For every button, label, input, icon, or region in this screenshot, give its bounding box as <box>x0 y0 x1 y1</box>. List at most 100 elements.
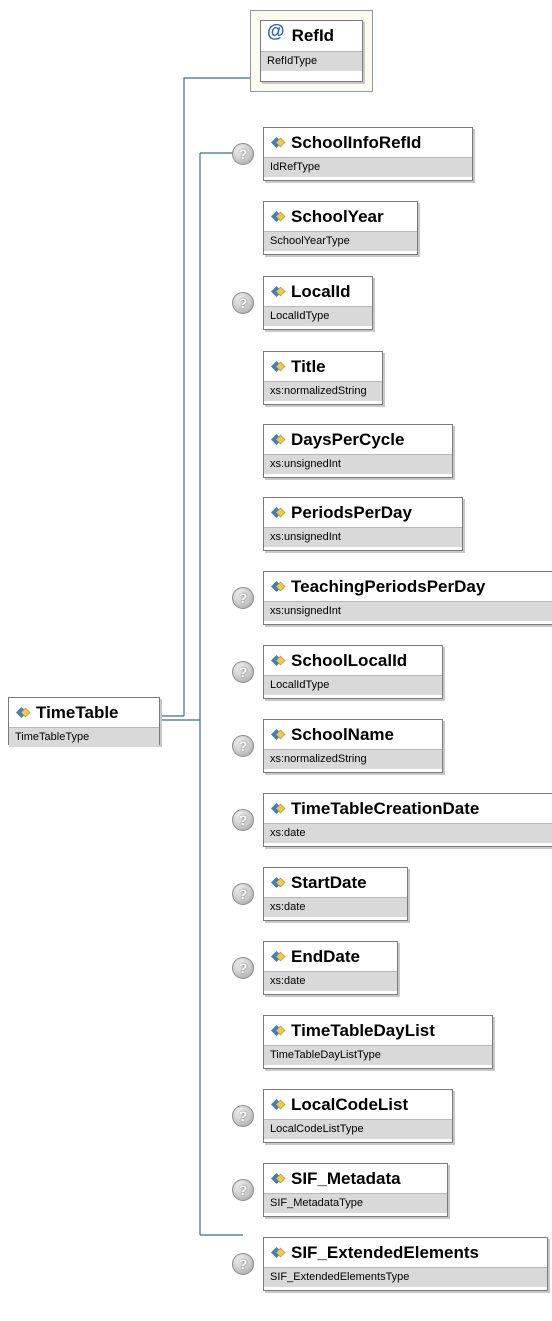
element-diamond-icon <box>271 507 286 518</box>
optional-question-icon: ? <box>232 809 254 831</box>
element-box-dayspercycle[interactable]: DaysPerCycle xs:unsignedInt <box>263 424 453 478</box>
element-header: TeachingPeriodsPerDay <box>264 572 552 601</box>
root-element-name: TimeTable <box>36 702 119 722</box>
element-box-localid[interactable]: LocalId LocalIdType <box>263 276 373 330</box>
optional-question-icon: ? <box>232 957 254 979</box>
element-name: SIF_Metadata <box>291 1168 401 1188</box>
element-box-schoollocalid[interactable]: SchoolLocalId LocalIdType <box>263 645 443 699</box>
root-element-type: TimeTableType <box>9 727 159 747</box>
element-box-periodsperday[interactable]: PeriodsPerDay xs:unsignedInt <box>263 497 463 551</box>
element-box-sif-extendedelements[interactable]: SIF_ExtendedElements SIF_ExtendedElements… <box>263 1237 548 1291</box>
element-header: SchoolName <box>264 720 442 749</box>
element-diamond-icon <box>271 951 286 962</box>
element-header: LocalCodeList <box>264 1090 452 1119</box>
optional-question-icon: ? <box>232 1179 254 1201</box>
element-box-title[interactable]: Title xs:normalizedString <box>263 351 383 405</box>
optional-question-icon: ? <box>232 1253 254 1275</box>
attribute-at-icon: @ <box>267 20 285 41</box>
element-type: LocalIdType <box>264 306 372 326</box>
schema-diagram: TimeTable TimeTableType @ RefId RefIdTyp… <box>0 0 552 1321</box>
element-type: xs:normalizedString <box>264 749 442 769</box>
element-name: EndDate <box>291 946 360 966</box>
element-header: TimeTableDayList <box>264 1016 492 1045</box>
element-diamond-icon <box>271 729 286 740</box>
element-name: Title <box>291 356 326 376</box>
element-header: DaysPerCycle <box>264 425 452 454</box>
element-type: xs:date <box>264 823 552 843</box>
element-diamond-icon <box>271 211 286 222</box>
element-name: SchoolYear <box>291 206 384 226</box>
element-header: LocalId <box>264 277 372 306</box>
element-box-schoolname[interactable]: SchoolName xs:normalizedString <box>263 719 443 773</box>
element-name: TeachingPeriodsPerDay <box>291 576 486 596</box>
element-name: LocalId <box>291 281 351 301</box>
element-box-sif-metadata[interactable]: SIF_Metadata SIF_MetadataType <box>263 1163 448 1217</box>
element-name: DaysPerCycle <box>291 429 405 449</box>
element-box-startdate[interactable]: StartDate xs:date <box>263 867 408 921</box>
element-name: SchoolInfoRefId <box>291 132 422 152</box>
element-diamond-icon <box>271 137 286 148</box>
element-diamond-icon <box>271 1173 286 1184</box>
element-box-enddate[interactable]: EndDate xs:date <box>263 941 398 995</box>
optional-question-icon: ? <box>232 735 254 757</box>
element-diamond-icon <box>271 1099 286 1110</box>
optional-question-icon: ? <box>232 587 254 609</box>
element-diamond-icon <box>271 434 286 445</box>
optional-question-icon: ? <box>232 883 254 905</box>
element-type: SIF_ExtendedElementsType <box>264 1267 547 1287</box>
element-diamond-icon <box>271 877 286 888</box>
element-diamond-icon <box>271 655 286 666</box>
element-box-teachingperiodsperday[interactable]: TeachingPeriodsPerDay xs:unsignedInt <box>263 571 552 625</box>
element-diamond-icon <box>16 707 31 718</box>
element-header: SchoolInfoRefId <box>264 128 472 157</box>
element-name: PeriodsPerDay <box>291 502 412 522</box>
element-box-localcodelist[interactable]: LocalCodeList LocalCodeListType <box>263 1089 453 1143</box>
element-name: SIF_ExtendedElements <box>291 1242 480 1262</box>
optional-question-icon: ? <box>232 292 254 314</box>
element-name: SchoolName <box>291 724 394 744</box>
attribute-connector <box>183 77 250 716</box>
element-header: SIF_Metadata <box>264 1164 447 1193</box>
element-type: xs:date <box>264 971 397 991</box>
element-type: xs:unsignedInt <box>264 601 552 621</box>
element-type: LocalIdType <box>264 675 442 695</box>
element-header: Title <box>264 352 382 381</box>
element-name: LocalCodeList <box>291 1094 409 1114</box>
root-element-header: TimeTable <box>9 698 159 727</box>
root-element-box[interactable]: TimeTable TimeTableType <box>8 697 160 747</box>
optional-question-icon: ? <box>232 1105 254 1127</box>
element-diamond-icon <box>271 1247 286 1258</box>
element-header: SchoolYear <box>264 202 417 231</box>
element-header: StartDate <box>264 868 407 897</box>
element-name: SchoolLocalId <box>291 650 408 670</box>
attribute-container: @ RefId RefIdType <box>250 10 373 92</box>
optional-question-icon: ? <box>232 661 254 683</box>
element-name: TimeTableCreationDate <box>291 798 480 818</box>
attribute-name: RefId <box>291 26 335 45</box>
element-type: LocalCodeListType <box>264 1119 452 1139</box>
element-name: StartDate <box>291 872 367 892</box>
element-box-timetabledaylist[interactable]: TimeTableDayList TimeTableDayListType <box>263 1015 493 1069</box>
element-header: PeriodsPerDay <box>264 498 462 527</box>
optional-question-icon: ? <box>232 143 254 165</box>
root-connector <box>160 715 200 721</box>
element-type: IdRefType <box>264 157 472 177</box>
element-type: SIF_MetadataType <box>264 1193 447 1213</box>
element-name: TimeTableDayList <box>291 1020 435 1040</box>
attribute-type: RefIdType <box>261 51 362 71</box>
element-box-schoolinforefid[interactable]: SchoolInfoRefId IdRefType <box>263 127 473 181</box>
element-header: SchoolLocalId <box>264 646 442 675</box>
element-type: xs:unsignedInt <box>264 527 462 547</box>
attribute-header: @ RefId <box>261 21 362 51</box>
element-type: TimeTableDayListType <box>264 1045 492 1065</box>
element-type: xs:date <box>264 897 407 917</box>
element-type: SchoolYearType <box>264 231 417 251</box>
element-box-schoolyear[interactable]: SchoolYear SchoolYearType <box>263 201 418 255</box>
attribute-box[interactable]: @ RefId RefIdType <box>260 20 363 82</box>
element-header: SIF_ExtendedElements <box>264 1238 547 1267</box>
element-box-timetablecreationdate[interactable]: TimeTableCreationDate xs:date <box>263 793 552 847</box>
element-diamond-icon <box>271 1025 286 1036</box>
element-diamond-icon <box>271 361 286 372</box>
element-diamond-icon <box>271 286 286 297</box>
element-type: xs:normalizedString <box>264 381 382 401</box>
